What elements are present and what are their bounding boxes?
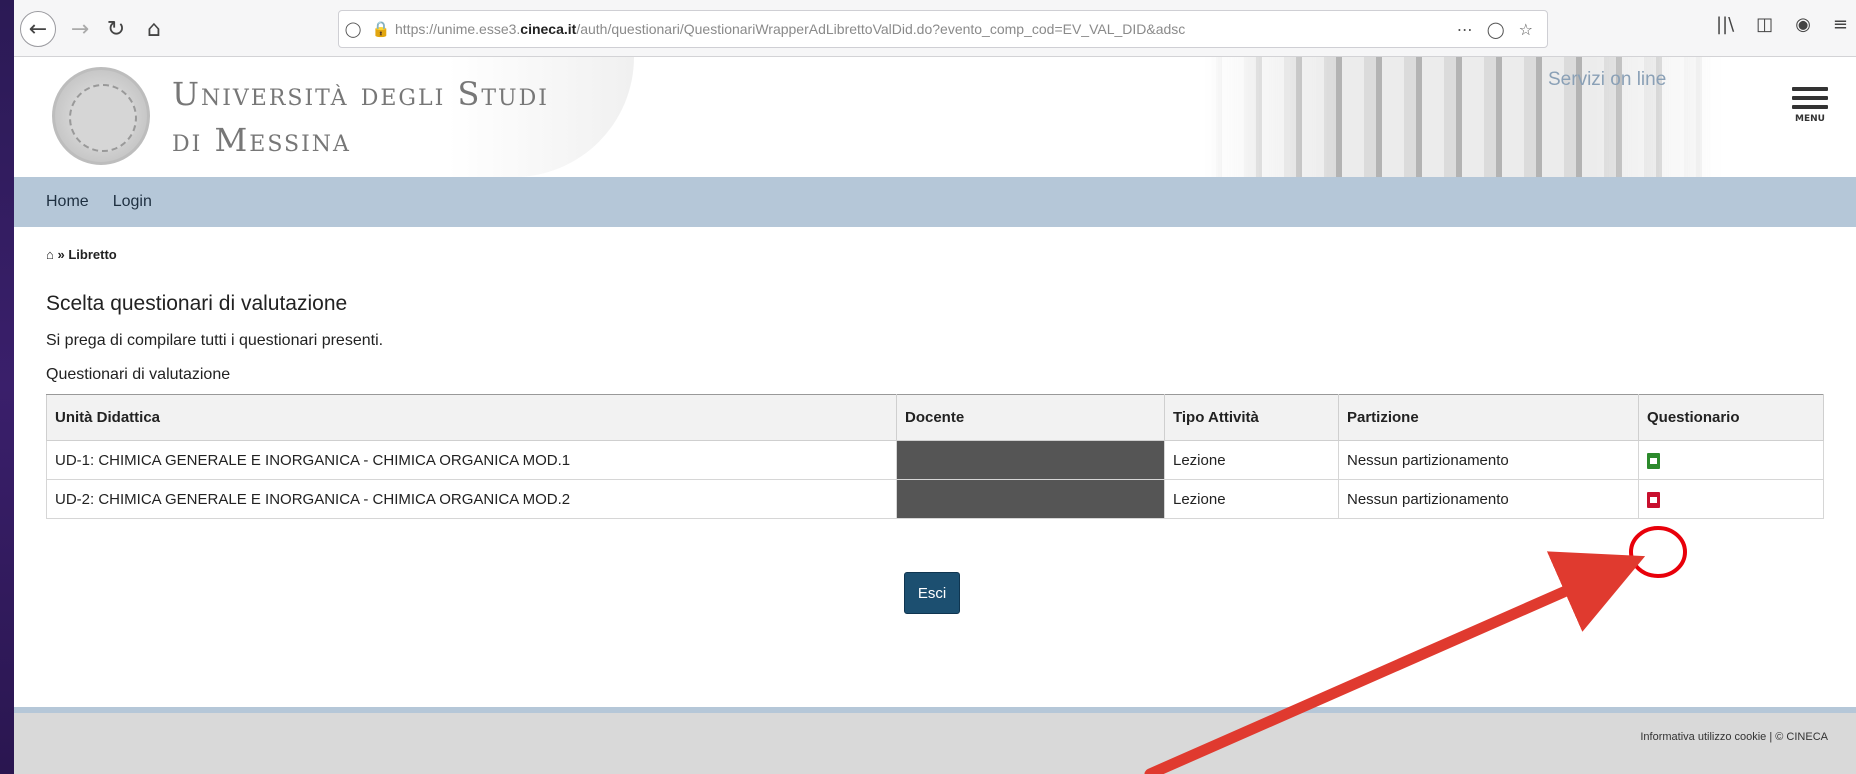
url-text[interactable]: https://unime.esse3.cineca.it/auth/quest… [395,21,1457,37]
menu-label: MENU [1795,114,1825,124]
cell-partizione: Nessun partizionamento [1338,440,1639,480]
account-icon[interactable]: ◉ [1795,14,1811,35]
cell-questionario [1638,440,1824,480]
web-page: Università degli Studi di Messina Serviz… [14,57,1856,774]
questionnaire-todo-icon[interactable] [1647,491,1660,508]
sidebar-icon[interactable]: ◫ [1756,14,1773,35]
breadcrumb: ⌂ » Libretto [46,247,1824,262]
pocket-icon[interactable]: ◯ [1487,20,1505,39]
esci-button[interactable]: Esci [904,572,960,614]
star-icon[interactable]: ☆ [1519,20,1533,39]
nav-login-link[interactable]: Login [113,193,152,211]
questionnaire-completed-icon[interactable] [1647,452,1660,469]
cell-partizione: Nessun partizionamento [1338,479,1639,519]
more-icon[interactable]: ⋯ [1457,20,1473,39]
main-navbar: Home Login [14,177,1856,227]
university-name: Università degli Studi di Messina [172,71,549,163]
site-footer: Informativa utilizzo cookie | © CINECA [14,707,1856,774]
cell-docente-redacted [896,440,1165,480]
back-icon[interactable]: ← [20,11,56,47]
hamburger-menu-icon [1792,87,1828,109]
cell-questionario [1638,479,1824,519]
servizi-online-label: Servizi on line [1548,69,1667,90]
header-tipo-attivita[interactable]: Tipo Attività [1164,394,1339,441]
table-header-row: Unità Didattica Docente Tipo Attività Pa… [46,394,1824,441]
site-header: Università degli Studi di Messina Serviz… [14,57,1856,177]
breadcrumb-separator: » [57,247,65,262]
forward-icon[interactable]: → [62,11,98,47]
shield-icon[interactable]: ◯ [339,20,367,38]
questionnaire-table: Unità Didattica Docente Tipo Attività Pa… [46,394,1824,519]
section-label: Questionari di valutazione [46,366,231,383]
cell-unita-didattica: UD-2: CHIMICA GENERALE E INORGANICA - CH… [46,479,897,519]
cell-unita-didattica: UD-1: CHIMICA GENERALE E INORGANICA - CH… [46,440,897,480]
reload-icon[interactable]: ↻ [98,11,134,47]
main-content: ⌂ » Libretto Scelta questionari di valut… [14,247,1856,519]
browser-toolbar: ← → ↻ ⌂ ◯ 🔒 https://unime.esse3.cineca.i… [14,0,1856,57]
cell-tipo-attivita: Lezione [1164,440,1339,480]
header-unita-didattica[interactable]: Unità Didattica [46,394,897,441]
university-seal-icon [52,67,150,165]
nav-home-link[interactable]: Home [46,193,89,211]
library-icon[interactable]: ||\ [1716,14,1734,35]
page-subtitle: Si prega di compilare tutti i questionar… [46,332,384,349]
page-title: Scelta questionari di valutazione [46,292,348,315]
cell-tipo-attivita: Lezione [1164,479,1339,519]
home-breadcrumb-icon[interactable]: ⌂ [46,247,54,262]
hamburger-icon[interactable]: ≡ [1833,14,1848,35]
cell-docente-redacted [896,479,1165,519]
footer-text[interactable]: Informativa utilizzo cookie | © CINECA [1640,731,1828,743]
table-row: UD-1: CHIMICA GENERALE E INORGANICA - CH… [46,440,1824,480]
breadcrumb-current: Libretto [68,247,117,262]
url-bar[interactable]: ◯ 🔒 https://unime.esse3.cineca.it/auth/q… [338,10,1548,48]
logo-area[interactable]: Università degli Studi di Messina [14,57,634,177]
menu-button[interactable]: MENU [1792,87,1828,124]
lock-icon[interactable]: 🔒 [367,20,395,38]
home-icon[interactable]: ⌂ [136,11,172,47]
header-partizione[interactable]: Partizione [1338,394,1639,441]
univ-name-line2: di Messina [172,121,351,159]
univ-name-line1: Università degli Studi [172,75,549,113]
header-docente[interactable]: Docente [896,394,1165,441]
table-row: UD-2: CHIMICA GENERALE E INORGANICA - CH… [46,479,1824,519]
header-questionario[interactable]: Questionario [1638,394,1824,441]
